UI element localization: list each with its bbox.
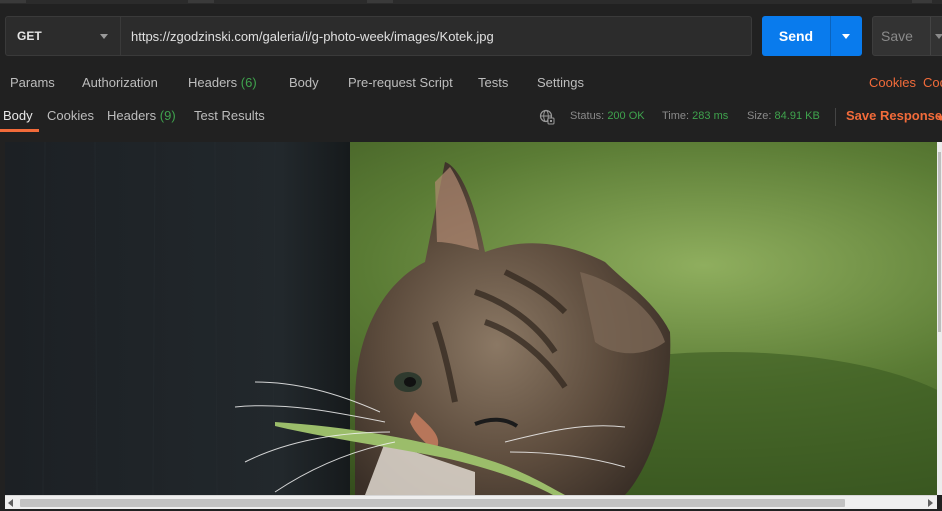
active-tab-indicator <box>0 129 39 132</box>
chevron-down-icon <box>935 34 942 39</box>
response-headers-count: (9) <box>159 108 176 123</box>
top-strip <box>0 0 942 4</box>
send-options-button[interactable] <box>831 16 862 56</box>
vertical-scrollbar[interactable] <box>937 142 942 495</box>
status-value: 200 OK <box>607 110 645 122</box>
send-button[interactable]: Send <box>762 16 862 56</box>
response-tab-cookies[interactable]: Cookies <box>47 108 94 123</box>
app-window: GET https://zgodzinski.com/galeria/i/g-p… <box>0 0 942 511</box>
tab-headers-label: Headers <box>188 75 238 90</box>
time-readout: Time: 283 ms <box>662 110 728 122</box>
response-image-preview <box>5 142 937 495</box>
time-label: Time: <box>662 110 690 122</box>
status-label: Status: <box>570 110 605 122</box>
response-bar: Body Cookies Headers (9) Test Results St… <box>0 102 942 132</box>
horizontal-scrollbar[interactable] <box>5 495 937 509</box>
tab-pre-request-script[interactable]: Pre-request Script <box>348 75 453 90</box>
network-globe-icon[interactable] <box>539 109 555 125</box>
size-value: 84.91 KB <box>774 110 820 122</box>
time-value: 283 ms <box>692 110 729 122</box>
method-label: GET <box>17 29 42 43</box>
method-select[interactable]: GET <box>5 16 121 56</box>
tab-tests[interactable]: Tests <box>478 75 508 90</box>
url-text: https://zgodzinski.com/galeria/i/g-photo… <box>131 28 494 44</box>
tab-headers[interactable]: Headers (6) <box>188 75 257 90</box>
cookies-link[interactable]: Cookies <box>869 75 916 90</box>
scroll-right-icon[interactable] <box>928 499 933 507</box>
kitten-photo <box>5 142 937 495</box>
response-tab-headers[interactable]: Headers (9) <box>107 108 176 123</box>
chevron-down-icon <box>100 34 108 39</box>
request-tabs: Params Authorization Headers (6) Body Pr… <box>0 72 942 94</box>
chevron-down-icon <box>842 34 850 39</box>
chevron-down-icon[interactable] <box>937 116 942 121</box>
size-label: Size: <box>747 110 772 122</box>
save-button[interactable]: Save <box>872 16 942 56</box>
response-headers-label: Headers <box>107 108 157 123</box>
tab-body[interactable]: Body <box>289 75 319 90</box>
response-tab-test-results[interactable]: Test Results <box>194 108 265 123</box>
tab-settings[interactable]: Settings <box>537 75 584 90</box>
tab-headers-count: (6) <box>240 75 257 90</box>
save-label: Save <box>881 28 913 44</box>
url-input[interactable]: https://zgodzinski.com/galeria/i/g-photo… <box>121 16 752 56</box>
size-readout: Size: 84.91 KB <box>747 110 820 122</box>
vertical-scroll-thumb[interactable] <box>938 152 941 332</box>
save-options-button[interactable] <box>931 17 942 55</box>
status-readout: Status: 200 OK <box>570 110 645 122</box>
horizontal-scroll-thumb[interactable] <box>20 499 845 507</box>
code-link[interactable]: Coc <box>923 75 942 90</box>
save-response-button[interactable]: Save Response <box>846 108 942 123</box>
tab-params[interactable]: Params <box>10 75 55 90</box>
divider <box>835 108 836 126</box>
scroll-left-icon[interactable] <box>8 499 13 507</box>
response-tab-body[interactable]: Body <box>3 108 33 123</box>
tab-authorization[interactable]: Authorization <box>82 75 158 90</box>
send-label: Send <box>778 28 814 44</box>
